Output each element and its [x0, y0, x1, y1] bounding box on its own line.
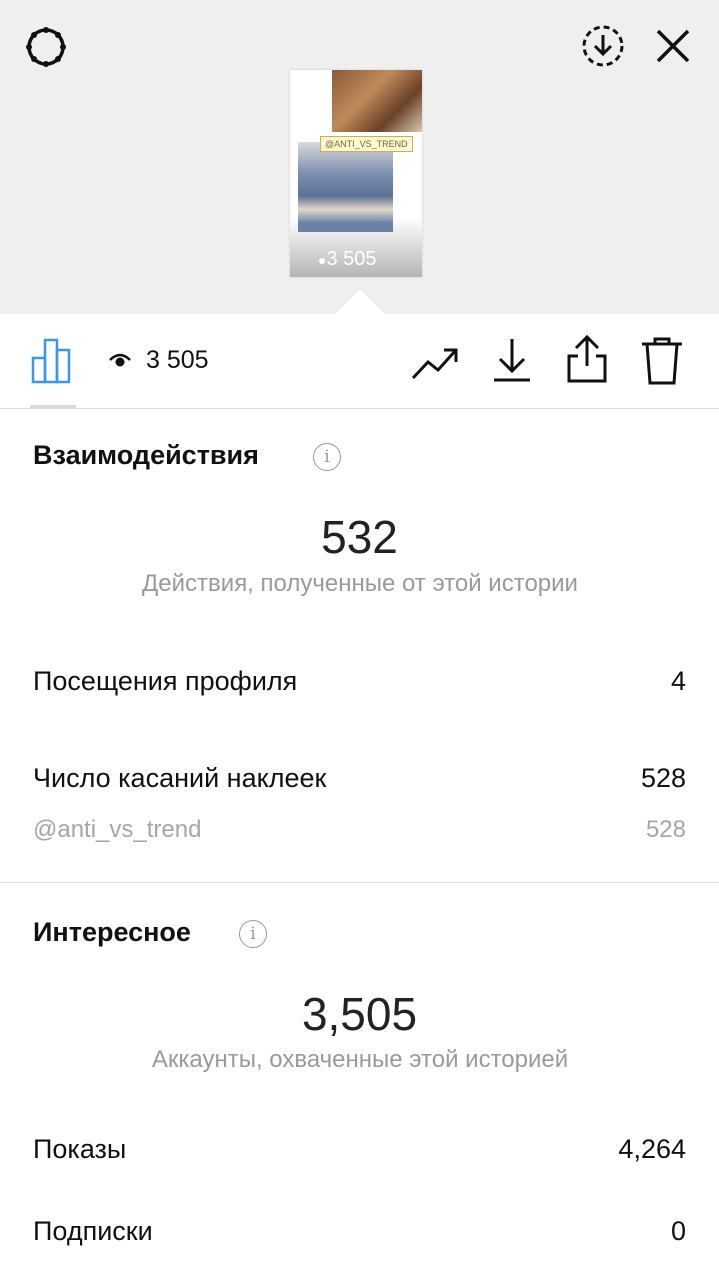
close-icon[interactable] [654, 27, 692, 65]
trending-icon[interactable] [410, 340, 460, 384]
sticker-mention-label: @anti_vs_trend [33, 816, 202, 843]
interactions-value: 532 [321, 511, 398, 563]
follows-value: 0 [670, 1216, 686, 1246]
profile-visits-label: Посещения профиля [33, 666, 298, 696]
impressions-label: Показы [33, 1134, 127, 1164]
sticker-taps-value: 528 [640, 763, 686, 793]
discovery-caption: Аккаунты, охваченные этой историей [151, 1046, 569, 1073]
bar-chart-icon[interactable] [30, 336, 78, 384]
trash-icon[interactable] [640, 336, 684, 386]
mention-sticker: @ANTI_VS_TREND [320, 136, 413, 152]
profile-visits-value: 4 [670, 666, 686, 696]
eye-icon [108, 350, 132, 370]
share-icon[interactable] [565, 334, 609, 384]
interactions-title: Взаимодействия [33, 440, 259, 470]
kitchen-photo-brown [332, 70, 422, 132]
discovery-title: Интересное [33, 917, 191, 947]
section-divider [0, 882, 719, 883]
download-icon[interactable] [492, 336, 532, 384]
story-thumbnail[interactable]: @ANTI_VS_TREND ●3 505 [290, 70, 422, 277]
interactions-caption: Действия, полученные от этой истории [142, 570, 578, 597]
follows-label: Подписки [33, 1216, 153, 1246]
info-icon[interactable]: i [313, 443, 341, 471]
thumbnail-views: ●3 505 [318, 248, 377, 270]
impressions-value: 4,264 [618, 1134, 686, 1164]
discovery-value: 3,505 [301, 988, 418, 1040]
download-circle-icon[interactable] [580, 23, 626, 69]
sticker-taps-label: Число касаний наклеек [33, 763, 327, 793]
sticker-mention-value: 528 [645, 816, 686, 843]
active-tab-indicator [30, 405, 76, 408]
info-icon[interactable]: i [239, 920, 267, 948]
views-count: 3 505 [146, 346, 209, 374]
settings-icon[interactable] [22, 23, 70, 71]
